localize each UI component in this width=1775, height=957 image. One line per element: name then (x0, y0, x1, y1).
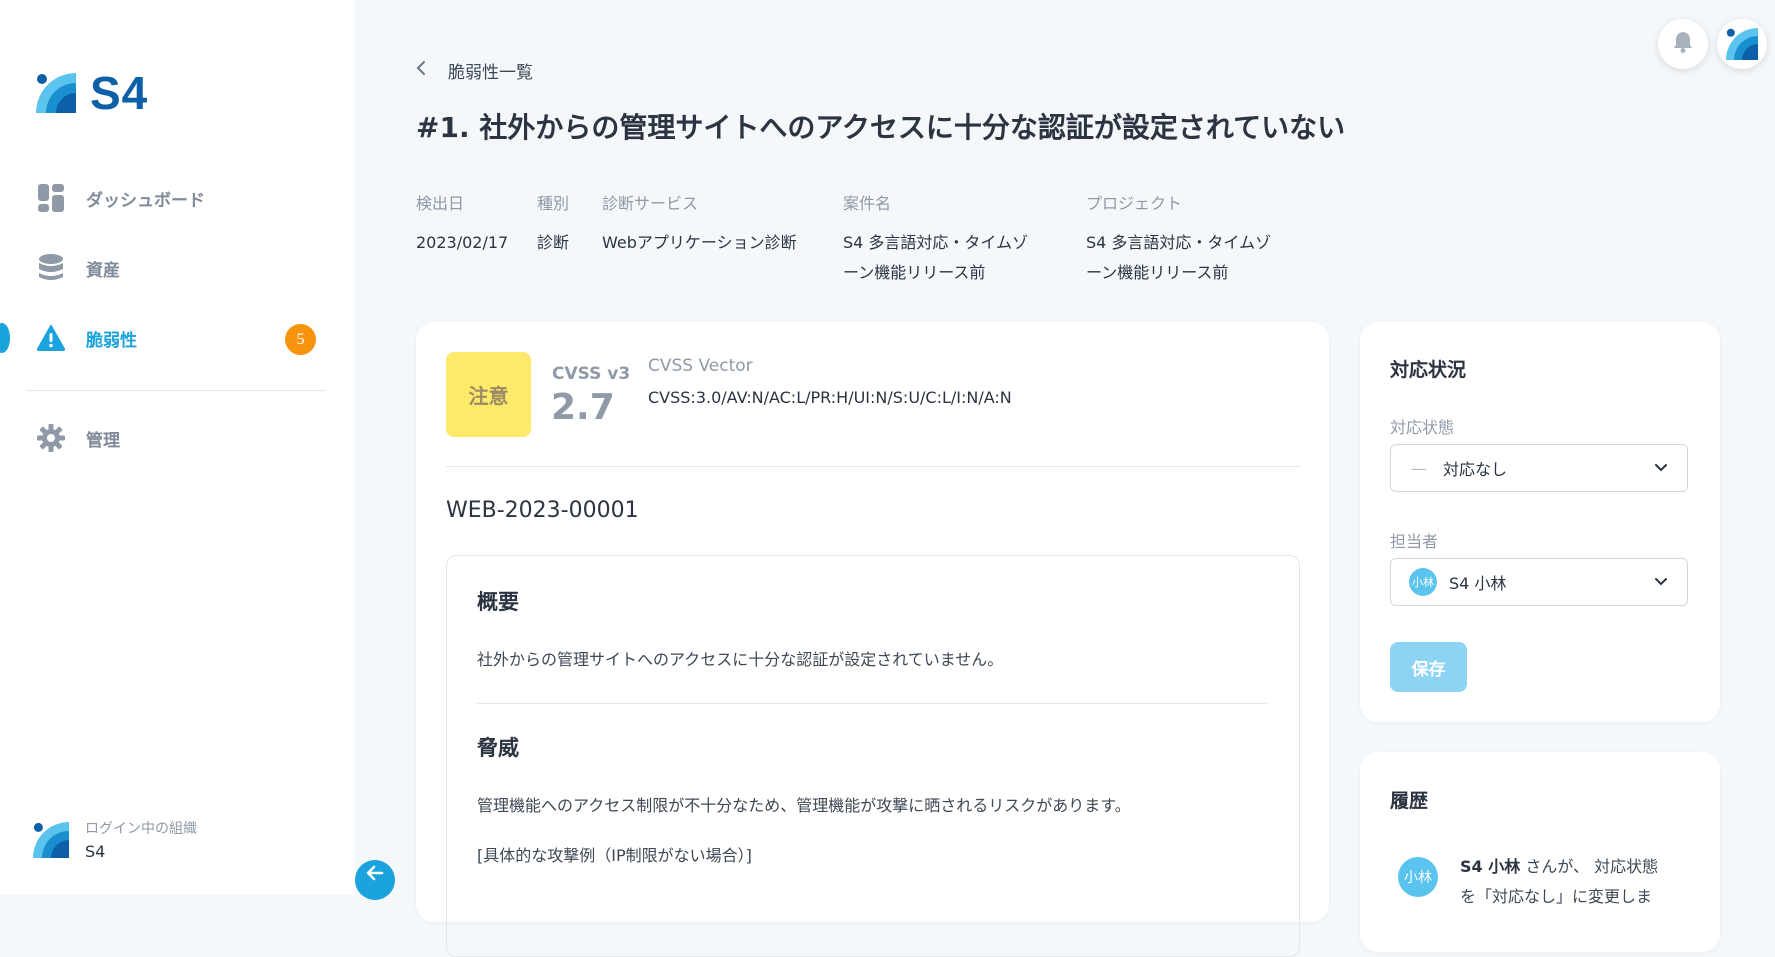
history-text-line: さんが、 対応状態 (1520, 857, 1659, 876)
meta-value: Webアプリケーション診断 (602, 233, 797, 252)
logo[interactable]: S4 (36, 66, 148, 120)
cvss-vector-label: CVSS Vector (648, 356, 753, 376)
arrow-left-icon (366, 864, 384, 887)
page-title: #1. 社外からの管理サイトへのアクセスに十分な認証が設定されていない (416, 111, 1346, 144)
chevron-down-icon (1653, 572, 1669, 594)
severity-badge: 注意 (446, 352, 531, 437)
meta-label: プロジェクト (1086, 194, 1183, 213)
divider (446, 466, 1300, 467)
chevron-down-icon (1653, 458, 1669, 480)
meta-label: 種別 (537, 194, 570, 213)
meta-project: プロジェクト S4 多言語対応・タイムゾ ーン機能リリース前 (1086, 190, 1271, 288)
database-icon (36, 253, 66, 283)
chevron-left-icon (416, 60, 426, 81)
summary-title: 概要 (477, 590, 519, 614)
threat-text: 管理機能へのアクセス制限が不十分なため、管理機能が攻撃に晒されるリスクがあります… (477, 796, 1131, 815)
save-button[interactable]: 保存 (1390, 642, 1467, 692)
cvss-label: CVSS v3 (552, 364, 631, 384)
active-indicator (0, 323, 10, 353)
sidebar-item-label: ダッシュボード (86, 190, 205, 211)
meta-value-line: ーン機能リリース前 (843, 263, 986, 282)
description-box: 概要 社外からの管理サイトへのアクセスに十分な認証が設定されていません。 脅威 … (446, 555, 1300, 957)
threat-title: 脅威 (477, 736, 519, 760)
state-label: 対応状態 (1390, 418, 1455, 437)
organization-label: ログイン中の組織 (85, 821, 197, 837)
status-title: 対応状況 (1390, 359, 1467, 381)
notifications-button[interactable] (1658, 19, 1708, 69)
threat-example: [具体的な攻撃例（IP制限がない場合）] (477, 846, 752, 865)
organization-name: S4 (85, 842, 106, 861)
history-title: 履歴 (1390, 790, 1429, 812)
sidebar-item-label: 脆弱性 (86, 330, 137, 351)
meta-label: 検出日 (416, 194, 465, 213)
cvss-vector-value: CVSS:3.0/AV:N/AC:L/PR:H/UI:N/S:U/C:L/I:N… (648, 388, 1012, 407)
status-card: 対応状況 対応状態 — 対応なし 担当者 小林 S4 小林 保存 (1360, 322, 1720, 722)
meta-service: 診断サービス Webアプリケーション診断 (602, 190, 797, 258)
account-menu-button[interactable] (1717, 19, 1767, 69)
dashboard-icon (36, 183, 66, 213)
cvss-score: 2.7 (551, 387, 615, 428)
history-user: S4 小林 (1460, 857, 1521, 876)
history-text-line: を「対応なし」に変更しま (1460, 887, 1653, 906)
sidebar-item-assets[interactable]: 資産 (36, 248, 120, 288)
dash-icon: — (1411, 458, 1427, 478)
meta-label: 診断サービス (602, 194, 699, 213)
meta-value: 2023/02/17 (416, 233, 509, 252)
sidebar-item-label: 資産 (86, 260, 120, 281)
meta-value-line: S4 多言語対応・タイムゾ (843, 233, 1029, 252)
meta-value-line: S4 多言語対応・タイムゾ (1086, 233, 1272, 252)
meta-value: 診断 (537, 233, 570, 252)
bell-icon (1673, 31, 1693, 57)
vulnerability-id: WEB-2023-00001 (446, 498, 639, 523)
history-entry: S4 小林 さんが、 対応状態 を「対応なし」に変更しま (1460, 852, 1690, 912)
nav-divider (26, 390, 326, 391)
sidebar-item-vulnerabilities[interactable]: 脆弱性 (36, 318, 137, 358)
avatar: 小林 (1409, 568, 1437, 596)
meta-value: S4 多言語対応・タイムゾ ーン機能リリース前 (843, 228, 1028, 288)
meta-case: 案件名 S4 多言語対応・タイムゾ ーン機能リリース前 (843, 190, 1028, 288)
assignee-label: 担当者 (1390, 532, 1439, 551)
sidebar: S4 ダッシュボード 資産 脆弱性 5 管理 ログイン中の組織 S4 (0, 0, 355, 895)
warning-icon (36, 323, 66, 353)
avatar: 小林 (1398, 857, 1438, 897)
organization-logo-icon (33, 821, 69, 858)
gear-icon (36, 423, 66, 453)
current-organization: ログイン中の組織 S4 (33, 818, 197, 861)
summary-text: 社外からの管理サイトへのアクセスに十分な認証が設定されていません。 (477, 650, 1004, 669)
sidebar-item-dashboard[interactable]: ダッシュボード (36, 178, 205, 218)
meta-detected-date: 検出日 2023/02/17 (416, 190, 508, 258)
assignee-select[interactable]: 小林 S4 小林 (1390, 558, 1688, 606)
sidebar-item-label: 管理 (86, 430, 120, 451)
divider (477, 703, 1267, 704)
breadcrumb-link[interactable]: 脆弱性一覧 (448, 58, 533, 83)
state-select-value: 対応なし (1443, 460, 1508, 479)
meta-value: S4 多言語対応・タイムゾ ーン機能リリース前 (1086, 228, 1271, 288)
vulnerability-count-badge: 5 (285, 324, 316, 355)
meta-value-line: ーン機能リリース前 (1086, 263, 1229, 282)
meta-label: 案件名 (843, 194, 892, 213)
state-select[interactable]: — 対応なし (1390, 444, 1688, 492)
logo-text: S4 (90, 67, 149, 119)
meta-type: 種別 診断 (537, 190, 569, 258)
sidebar-item-admin[interactable]: 管理 (36, 418, 120, 458)
account-logo-icon (1726, 28, 1758, 60)
history-card: 履歴 小林 S4 小林 さんが、 対応状態 を「対応なし」に変更しま (1360, 752, 1720, 952)
logo-icon (36, 73, 76, 113)
assignee-select-value: S4 小林 (1449, 574, 1507, 593)
collapse-sidebar-button[interactable] (355, 860, 395, 900)
vulnerability-detail-card: 注意 CVSS v3 2.7 CVSS Vector CVSS:3.0/AV:N… (416, 322, 1329, 957)
breadcrumb[interactable]: 脆弱性一覧 (416, 58, 533, 83)
